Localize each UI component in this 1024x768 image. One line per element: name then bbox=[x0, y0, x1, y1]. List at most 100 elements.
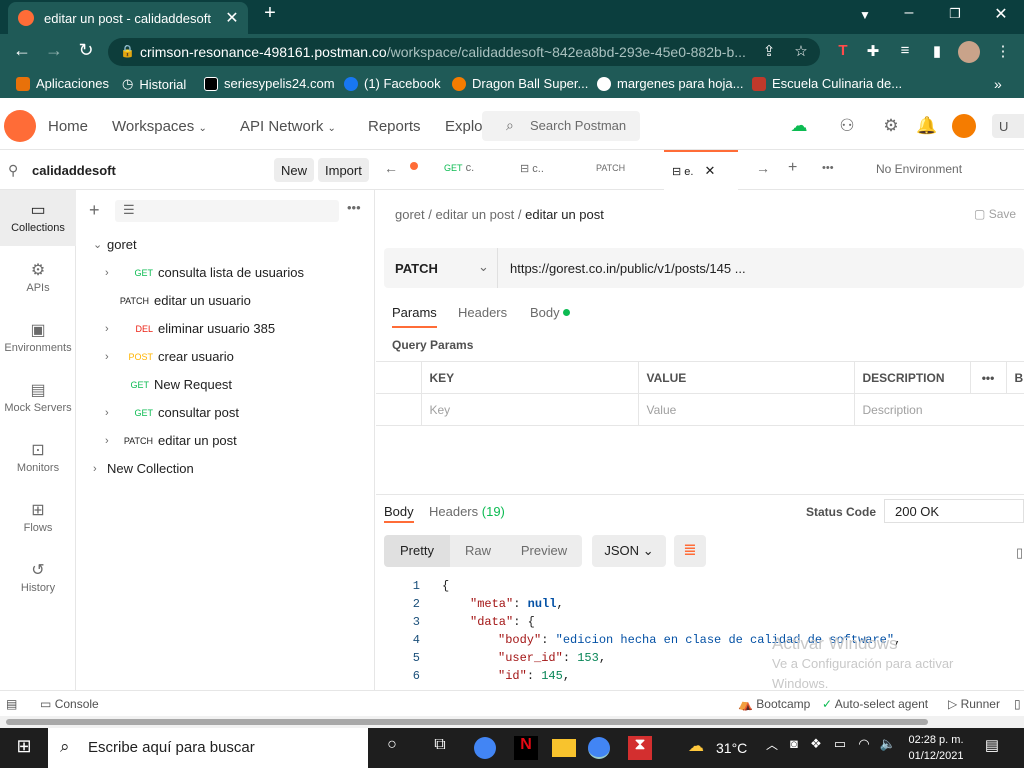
volume-icon[interactable]: 🔈 bbox=[876, 736, 900, 760]
share-icon[interactable]: ⇪ bbox=[758, 42, 780, 60]
horizontal-scrollbar[interactable] bbox=[0, 716, 1024, 728]
tray-app-icon[interactable]: ◙ bbox=[782, 736, 806, 760]
side-panel-icon[interactable]: ▮ bbox=[926, 42, 948, 60]
console-button[interactable]: ▭ Console bbox=[40, 697, 99, 711]
auto-select-agent-button[interactable]: ✓ Auto-select agent bbox=[822, 697, 928, 711]
workspace-name[interactable]: calidaddesoft bbox=[32, 163, 116, 178]
nav-workspaces[interactable]: Workspaces ⌄ bbox=[112, 118, 207, 135]
clock[interactable]: 02:28 p. m. 01/12/2021 bbox=[904, 732, 968, 764]
close-tab-icon[interactable]: ✕ bbox=[705, 163, 716, 178]
user-avatar[interactable] bbox=[952, 114, 976, 138]
scroll-left-icon[interactable]: ← bbox=[384, 160, 398, 176]
extension-tp-icon[interactable]: T bbox=[832, 42, 854, 59]
notifications-icon[interactable]: ▤ bbox=[980, 736, 1004, 760]
request-tab[interactable]: GET c. bbox=[444, 162, 474, 174]
bookmark-dragon-ball[interactable]: Dragon Ball Super... bbox=[452, 76, 588, 91]
minimize-icon[interactable]: – bbox=[894, 4, 924, 22]
browser-tab[interactable]: editar un post - calidaddesoft ✕ bbox=[8, 2, 248, 34]
chrome-profile-icon[interactable] bbox=[588, 737, 610, 759]
method-select[interactable]: PATCH ⌄ bbox=[384, 248, 498, 288]
back-icon[interactable]: ← bbox=[10, 40, 34, 61]
bookmark-facebook[interactable]: (1) Facebook bbox=[344, 76, 441, 91]
profile-avatar[interactable] bbox=[958, 41, 980, 63]
browser-menu-icon[interactable]: ⋮ bbox=[992, 42, 1014, 60]
tree-item[interactable]: › POST crear usuario bbox=[105, 349, 234, 364]
runner-button[interactable]: ▷ Runner bbox=[948, 697, 1000, 711]
postman-logo-icon[interactable] bbox=[4, 110, 36, 142]
bookmark-seriesypelis[interactable]: seriesypelis24.com bbox=[204, 76, 335, 91]
tabs-more-icon[interactable]: ••• bbox=[822, 162, 834, 174]
taskbar-search-input[interactable]: ⌕ Escribe aquí para buscar bbox=[48, 728, 368, 768]
url-field[interactable]: 🔒 crimson-resonance-498161.postman.co/wo… bbox=[108, 38, 820, 66]
breadcrumb-folder[interactable]: editar un post bbox=[435, 207, 514, 222]
import-button[interactable]: Import bbox=[318, 158, 369, 182]
close-window-icon[interactable]: ✕ bbox=[986, 4, 1016, 24]
table-more-icon[interactable]: ••• bbox=[969, 361, 1007, 394]
new-button[interactable]: New bbox=[274, 158, 315, 182]
nav-home[interactable]: Home bbox=[48, 118, 88, 135]
add-collection-icon[interactable]: + bbox=[89, 200, 100, 221]
bootcamp-button[interactable]: ⛺ Bootcamp bbox=[738, 697, 810, 711]
forward-icon[interactable]: → bbox=[42, 40, 66, 61]
bookmark-star-icon[interactable]: ☆ bbox=[790, 42, 812, 60]
collection-goret[interactable]: ⌄ goret bbox=[93, 237, 137, 252]
view-pretty[interactable]: Pretty bbox=[384, 535, 450, 567]
chevron-up-icon[interactable]: ︿ bbox=[760, 736, 784, 760]
request-tab[interactable]: ⊟ c.. bbox=[520, 162, 544, 175]
scroll-right-icon[interactable]: → bbox=[756, 160, 770, 176]
settings-gear-icon[interactable]: ⚙ bbox=[880, 116, 902, 136]
tab-search-icon[interactable]: ▼ bbox=[850, 8, 880, 22]
close-tab-icon[interactable]: ✕ bbox=[222, 8, 242, 28]
description-input[interactable]: Description bbox=[853, 393, 1024, 426]
format-select[interactable]: JSON ⌄ bbox=[592, 535, 666, 567]
rail-flows[interactable]: ⊞ Flows bbox=[0, 490, 76, 546]
rail-history[interactable]: ↺ History bbox=[0, 550, 76, 606]
tree-item[interactable]: › PATCH editar un post bbox=[105, 433, 237, 448]
url-input[interactable]: https://gorest.co.in/public/v1/posts/145… bbox=[510, 261, 746, 276]
value-input[interactable]: Value bbox=[637, 393, 855, 426]
request-tab[interactable]: PATCH bbox=[596, 162, 625, 174]
bookmark-aplicaciones[interactable]: Aplicaciones bbox=[16, 76, 109, 91]
toggle-sidebar-icon[interactable]: ▤ bbox=[6, 697, 17, 711]
tree-item[interactable]: › DEL eliminar usuario 385 bbox=[105, 321, 275, 336]
windows-start-icon[interactable]: ⊞ bbox=[12, 736, 36, 760]
tree-item[interactable]: › GET consultar post bbox=[105, 405, 239, 420]
view-preview[interactable]: Preview bbox=[506, 535, 582, 567]
restore-icon[interactable]: ❐ bbox=[940, 6, 970, 22]
wrap-lines-icon[interactable]: ≣ bbox=[674, 535, 706, 567]
upgrade-button[interactable]: U bbox=[992, 114, 1024, 138]
new-tab-icon[interactable]: + bbox=[255, 2, 285, 25]
collection-new-collection[interactable]: › New Collection bbox=[93, 461, 194, 476]
reload-icon[interactable]: ↻ bbox=[74, 40, 98, 61]
search-postman-input[interactable]: ⌕ Search Postman bbox=[482, 111, 640, 141]
rail-environments[interactable]: ▣ Environments bbox=[0, 310, 76, 366]
nav-explore[interactable]: Explo bbox=[445, 118, 483, 135]
reading-list-icon[interactable]: ≡ bbox=[894, 42, 916, 59]
tree-item[interactable]: PATCH editar un usuario bbox=[119, 293, 251, 308]
response-tab-headers[interactable]: Headers (19) bbox=[429, 504, 505, 519]
netflix-icon[interactable]: N bbox=[514, 736, 538, 760]
nav-reports[interactable]: Reports bbox=[368, 118, 421, 135]
invite-user-icon[interactable]: ⚇ bbox=[836, 116, 858, 136]
file-explorer-icon[interactable] bbox=[552, 739, 576, 757]
battery-icon[interactable]: ▭ bbox=[828, 736, 852, 760]
view-raw[interactable]: Raw bbox=[450, 535, 506, 567]
tab-body[interactable]: Body bbox=[530, 305, 571, 320]
notifications-bell-icon[interactable]: 🔔 bbox=[916, 116, 938, 136]
bookmark-margenes[interactable]: margenes para hoja... bbox=[597, 76, 743, 91]
acrobat-icon[interactable]: ⧗ bbox=[628, 736, 652, 760]
rail-monitors[interactable]: ⊡ Monitors bbox=[0, 430, 76, 486]
tab-params[interactable]: Params bbox=[392, 305, 437, 328]
rail-collections[interactable]: ▭ Collections bbox=[0, 190, 76, 246]
response-tab-body[interactable]: Body bbox=[384, 504, 414, 519]
more-options-icon[interactable]: ••• bbox=[347, 200, 361, 215]
tree-item[interactable]: › GET consulta lista de usuarios bbox=[105, 265, 304, 280]
copy-icon[interactable]: ▯ bbox=[1016, 545, 1023, 561]
tab-headers[interactable]: Headers bbox=[458, 305, 507, 320]
rail-apis[interactable]: ⚙ APIs bbox=[0, 250, 76, 306]
bookmark-historial[interactable]: ◷ Historial bbox=[122, 76, 186, 92]
filter-input[interactable]: ☰ bbox=[115, 200, 339, 222]
trash-icon[interactable]: ▯ bbox=[1014, 697, 1021, 711]
scrollbar-thumb[interactable] bbox=[6, 719, 928, 725]
more-bookmarks-icon[interactable]: » bbox=[994, 76, 1002, 92]
